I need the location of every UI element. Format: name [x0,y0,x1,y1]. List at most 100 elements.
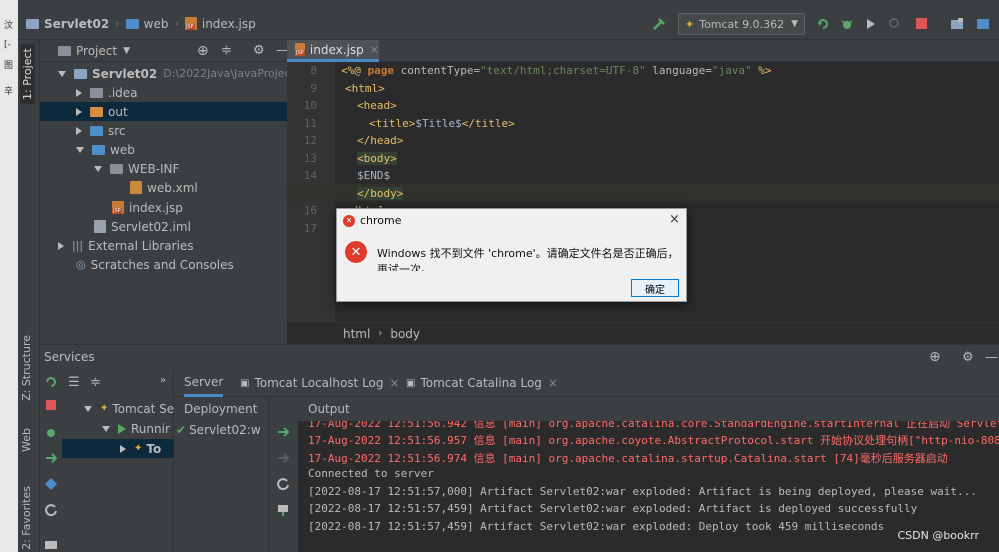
tab-project[interactable]: 1: Project [20,44,35,104]
left-tool-window-bar: 1: Project Z: Structure Web 2: Favorites [18,40,40,552]
tree-item-web-inf[interactable]: WEB-INF [94,159,179,178]
expand-arrow-icon [84,405,92,412]
refresh-icon[interactable] [44,503,58,517]
watermark: CSDN @bookrr [897,529,979,542]
sdk-icon[interactable] [976,17,990,31]
build-hammer-icon[interactable] [652,17,666,31]
breadcrumb-item[interactable]: body [390,327,420,341]
breadcrumb-item[interactable]: html [343,327,370,341]
close-icon[interactable]: × [390,376,400,390]
locate-target-icon[interactable]: ⊕ [197,43,209,59]
code-line-8: <%@ page contentType="text/html;charset=… [341,64,772,77]
rerun-icon[interactable] [816,17,830,31]
service-tomcat-instance[interactable]: ✦ To [62,439,174,458]
debug-bug-icon[interactable] [840,17,854,31]
coverage-icon[interactable] [864,17,878,31]
deploy-icon[interactable] [276,425,290,439]
add-service-icon[interactable]: ⊕ [929,349,941,365]
service-running-group[interactable]: Runnir [102,419,170,438]
output-header: Output [298,397,999,421]
dialog-ok-button[interactable]: 确定 [631,279,679,297]
libraries-icon: ||| [72,239,84,252]
tree-item-index-jsp[interactable]: index.jsp [112,198,183,217]
editor-tab-label: index.jsp [309,42,364,57]
tab-web[interactable]: Web [20,428,33,452]
hide-panel-icon[interactable]: — [985,350,998,365]
stop-icon[interactable] [46,400,56,410]
nav-crumb-project[interactable]: Servlet02 [26,17,109,31]
close-icon[interactable]: × [370,43,379,56]
project-structure-icon[interactable] [950,17,964,31]
tree-item-out[interactable]: out [40,102,287,121]
services-tabs: Server ▣ Tomcat Localhost Log × ▣ Tomcat… [174,369,999,397]
line-number: 9 [310,82,317,95]
tab-index-jsp[interactable]: index.jsp × [287,40,379,62]
profiler-icon[interactable] [888,17,902,31]
tab-localhost-log[interactable]: ▣ Tomcat Localhost Log × [240,369,400,397]
tree-item-scratches[interactable]: ◎ Scratches and Consoles [76,255,234,274]
stop-icon[interactable] [916,18,927,29]
tree-item-label: .idea [108,85,138,100]
redeploy-icon[interactable] [276,503,290,517]
chevron-right-icon: › [174,17,179,30]
log-line: 17-Aug-2022 12:51:56.957 信息 [main] org.a… [308,434,999,447]
chevron-down-icon: ▼ [791,19,798,29]
line-number: 11 [303,117,317,130]
tab-structure[interactable]: Z: Structure [20,335,33,401]
code-line-14: $END$ [357,169,391,182]
nav-crumb-file[interactable]: index.jsp [184,17,256,31]
tab-favorites[interactable]: 2: Favorites [20,486,33,550]
folder-icon [90,87,103,98]
project-panel-title[interactable]: Project [76,44,117,58]
log-line: 17-Aug-2022 12:51:56.942 信息 [main] org.a… [308,421,999,430]
nav-crumb-project-label: Servlet02 [44,16,110,31]
deployment-item[interactable]: ✔ Servlet02:w [176,423,261,437]
service-tomcat-server[interactable]: ✦ Tomcat Se [84,399,174,418]
chevron-right-icon: › [115,17,120,30]
tab-label: Tomcat Catalina Log [420,376,542,390]
tree-item-src[interactable]: src [76,121,126,140]
services-panel: Services ⊕ ⚙ — ☰ ≑ » ✦ Tomcat Se Runnir … [40,344,999,552]
gear-icon[interactable]: ⚙ [962,350,974,365]
running-icon [118,423,126,434]
refresh-icon[interactable] [276,477,290,491]
run-configuration-select[interactable]: ✦ Tomcat 9.0.362 ▼ [678,13,805,35]
nav-crumb-folder[interactable]: web [125,17,168,31]
collapse-all-icon[interactable]: ≑ [90,375,101,390]
log-line: 17-Aug-2022 12:51:56.974 信息 [main] org.a… [308,452,948,465]
undeploy-icon[interactable] [276,451,290,465]
ide-window: Servlet02 › web › index.jsp ✦ Tomcat 9.0… [18,0,999,552]
run-configuration-label: Tomcat 9.0.362 [699,17,785,31]
log-line: Connected to server [308,467,434,480]
tree-item-external-libraries[interactable]: ||| External Libraries [58,236,194,255]
tree-item-idea[interactable]: .idea [76,83,138,102]
dialog-title: chrome [360,214,402,227]
line-number: 14 [303,169,317,182]
more-icon[interactable]: » [160,375,166,386]
close-icon[interactable]: × [548,376,558,390]
tab-server[interactable]: Server [184,369,224,397]
gear-icon[interactable]: ⚙ [253,43,265,58]
dialog-close-icon[interactable]: × [669,212,680,227]
collapse-all-icon[interactable]: ≑ [221,43,232,58]
jsp-file-icon [184,17,197,30]
line-number: 16 [303,204,317,217]
services-header: Services ⊕ ⚙ — [40,345,999,369]
tree-item-web[interactable]: web [76,140,135,159]
chevron-down-icon[interactable]: ▼ [123,46,130,56]
xml-file-icon [130,181,142,194]
output-console[interactable]: Output 17-Aug-2022 12:51:56.942 信息 [main… [298,397,999,552]
layout-icon[interactable] [45,541,57,549]
tab-catalina-log[interactable]: ▣ Tomcat Catalina Log × [406,369,558,397]
update-icon[interactable] [44,477,58,491]
tree-item-label: Servlet02 [92,66,158,81]
deploy-icon[interactable] [44,451,58,465]
expand-all-icon[interactable]: ☰ [68,375,80,390]
tree-item-iml[interactable]: Servlet02.iml [94,217,191,236]
project-panel-header: Project ▼ ⊕ ≑ ⚙ — [40,40,289,62]
debug-bug-icon[interactable] [44,425,58,439]
tree-item-web-xml[interactable]: web.xml [130,178,198,197]
tomcat-running-icon: ✦ [134,443,143,454]
deployment-header: Deployment [184,402,258,416]
rerun-icon[interactable] [44,375,58,389]
